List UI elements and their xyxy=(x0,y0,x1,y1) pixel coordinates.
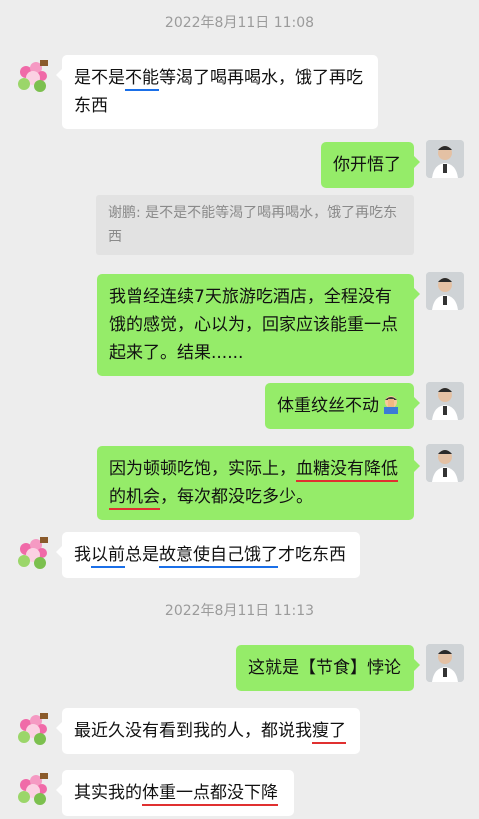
man-avatar-icon xyxy=(426,444,464,482)
highlighted-text: 不能 xyxy=(125,68,159,91)
my-avatar[interactable] xyxy=(426,140,464,178)
highlighted-text: 血糖没有降低 xyxy=(296,459,398,482)
highlighted-text: 的机会 xyxy=(109,487,160,510)
message-bubble[interactable]: 最近久没有看到我的人，都说我瘦了 xyxy=(56,708,360,754)
message-bubble[interactable]: 体重纹丝不动 xyxy=(265,383,420,429)
highlighted-text: 瘦了 xyxy=(312,721,346,744)
quoted-message[interactable]: 谢鹏: 是不是不能等渴了喝再喝水，饿了再吃东西 xyxy=(96,195,414,255)
my-avatar[interactable] xyxy=(426,382,464,420)
message-bubble[interactable]: 是不是不能等渴了喝再喝水，饿了再吃东西 xyxy=(56,55,378,129)
message-text: 总是 xyxy=(125,545,159,565)
timestamp: 2022年8月11日 11:13 xyxy=(164,603,315,619)
facepalm-emoji-icon xyxy=(384,396,398,414)
friend-avatar[interactable] xyxy=(14,771,52,809)
quote-text: 谢鹏: 是不是不能等渴了喝再喝水，饿了再吃东西 xyxy=(108,205,398,245)
my-avatar[interactable] xyxy=(426,644,464,682)
message-text: 最近久没有看到我的人，都说我 xyxy=(74,721,312,741)
my-avatar[interactable] xyxy=(426,444,464,482)
man-avatar-icon xyxy=(426,644,464,682)
message-bubble[interactable]: 其实我的体重一点都没下降 xyxy=(56,770,294,816)
message-text: 其实我的 xyxy=(74,783,142,803)
message-text: 才吃东西 xyxy=(278,545,346,565)
my-avatar[interactable] xyxy=(426,272,464,310)
message-bubble[interactable]: 你开悟了 xyxy=(321,142,420,188)
message-bubble[interactable]: 因为顿顿吃饱，实际上，血糖没有降低的机会，每次都没吃多少。 xyxy=(97,446,420,520)
message-text: 因为顿顿吃饱，实际上， xyxy=(109,459,296,479)
highlighted-text: 体重一点都没下降 xyxy=(142,783,278,806)
friend-avatar[interactable] xyxy=(14,535,52,573)
message-bubble[interactable]: 我曾经连续7天旅游吃酒店，全程没有饿的感觉，心以为，回家应该能重一点起来了。结果… xyxy=(97,274,420,376)
man-avatar-icon xyxy=(426,272,464,310)
message-text: 我 xyxy=(74,545,91,565)
flower-avatar-icon xyxy=(18,713,48,745)
highlighted-text: 以前 xyxy=(91,545,125,568)
message-text: 你开悟了 xyxy=(333,155,401,175)
flower-avatar-icon xyxy=(18,60,48,92)
friend-avatar[interactable] xyxy=(14,711,52,749)
man-avatar-icon xyxy=(426,140,464,178)
flower-avatar-icon xyxy=(18,773,48,805)
timestamp: 2022年8月11日 11:08 xyxy=(164,15,315,31)
friend-avatar[interactable] xyxy=(14,58,52,96)
message-text: 是不是 xyxy=(74,68,125,88)
flower-avatar-icon xyxy=(18,537,48,569)
message-text: 我曾经连续7天旅游吃酒店，全程没有饿的感觉，心以为，回家应该能重一点起来了。结果… xyxy=(109,287,398,363)
message-bubble[interactable]: 我以前总是故意使自己饿了才吃东西 xyxy=(56,532,360,578)
message-text: ，每次都没吃多少。 xyxy=(160,487,313,507)
message-bubble[interactable]: 这就是【节食】悖论 xyxy=(236,645,420,691)
message-text: 这就是【节食】悖论 xyxy=(248,658,401,678)
man-avatar-icon xyxy=(426,382,464,420)
message-text: 体重纹丝不动 xyxy=(277,396,379,416)
highlighted-text: 故意使自己饿了 xyxy=(159,545,278,568)
